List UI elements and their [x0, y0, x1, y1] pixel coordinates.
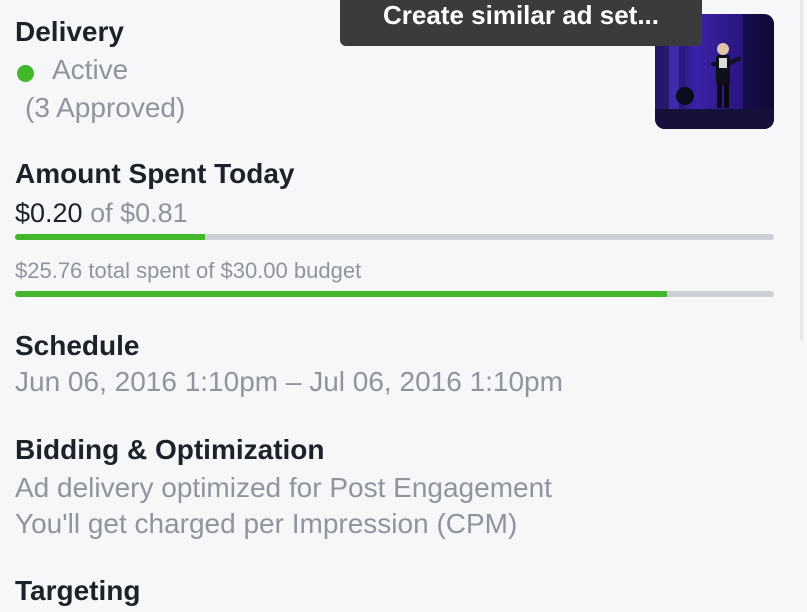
schedule-range: Jun 06, 2016 1:10pm – Jul 06, 2016 1:10p…: [15, 366, 563, 397]
optimization-line: Ad delivery optimized for Post Engagemen…: [15, 472, 552, 503]
delivery-heading: Delivery: [15, 16, 124, 47]
today-spend-progress-bar: [15, 234, 774, 240]
status-dot-icon: [17, 65, 34, 82]
daily-cap: of $0.81: [90, 198, 188, 228]
budget-progress-bar: [15, 291, 774, 297]
amount-spent-value: $0.20 of $0.81: [15, 198, 188, 229]
budget-progress-fill: [15, 291, 667, 297]
amount-spent-heading: Amount Spent Today: [15, 158, 295, 189]
create-similar-ad-set-tooltip[interactable]: Create similar ad set...: [340, 0, 702, 46]
targeting-heading: Targeting: [15, 575, 141, 606]
schedule-heading: Schedule: [15, 330, 140, 361]
today-spend-progress-fill: [15, 234, 205, 240]
charge-line: You'll get charged per Impression (CPM): [15, 508, 518, 539]
delivery-status: Active: [52, 54, 129, 85]
panel-edge-divider: [800, 0, 803, 340]
spent-today: $0.20: [15, 198, 83, 228]
ad-set-summary-panel: Delivery Active (3 Approved) Amount Spen…: [0, 0, 807, 612]
total-spent-line: $25.76 total spent of $30.00 budget: [15, 258, 362, 283]
bidding-heading: Bidding & Optimization: [15, 434, 325, 465]
approved-count: (3 Approved): [25, 92, 186, 123]
